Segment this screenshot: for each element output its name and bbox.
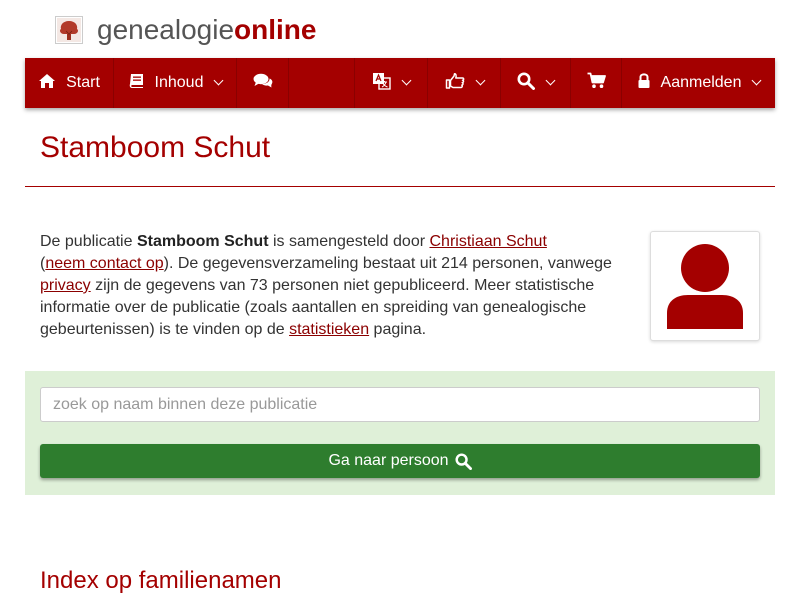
chevron-down-icon bbox=[401, 75, 412, 86]
book-icon bbox=[128, 73, 145, 94]
chevron-down-icon bbox=[545, 75, 556, 86]
go-to-person-button[interactable]: Ga naar persoon bbox=[40, 444, 760, 478]
chevron-down-icon bbox=[752, 75, 762, 86]
nav-recommend[interactable] bbox=[428, 58, 501, 108]
contact-link[interactable]: neem contact op bbox=[45, 255, 163, 272]
statistics-link[interactable]: statistieken bbox=[289, 321, 369, 338]
publication-intro: De publicatie Stamboom Schut is samenges… bbox=[40, 233, 612, 338]
title-divider bbox=[25, 186, 775, 187]
nav-inhoud[interactable]: Inhoud bbox=[114, 58, 237, 108]
nav-search[interactable] bbox=[501, 58, 571, 108]
nav-inhoud-label: Inhoud bbox=[154, 74, 204, 91]
search-icon bbox=[455, 452, 472, 470]
user-avatar-icon bbox=[658, 239, 752, 333]
home-icon bbox=[38, 73, 56, 94]
nav-start-label: Start bbox=[66, 74, 100, 91]
go-to-person-label: Ga naar persoon bbox=[328, 452, 449, 469]
person-search-panel: Ga naar persoon bbox=[25, 371, 775, 495]
author-link[interactable]: Christiaan Schut bbox=[430, 233, 547, 250]
language-icon bbox=[372, 72, 391, 95]
tree-logo-icon bbox=[55, 16, 83, 44]
thumbs-up-icon bbox=[445, 72, 465, 94]
nav-cart[interactable] bbox=[571, 58, 622, 108]
nav-aanmelden-label: Aanmelden bbox=[660, 74, 742, 91]
chevron-down-icon bbox=[475, 75, 485, 86]
comments-icon bbox=[253, 73, 273, 94]
page-title: Stamboom Schut bbox=[40, 131, 271, 164]
nav-language[interactable] bbox=[354, 58, 428, 108]
chevron-down-icon bbox=[214, 75, 224, 86]
cart-icon bbox=[587, 72, 606, 94]
nav-start[interactable]: Start bbox=[25, 58, 114, 108]
publication-name: Stamboom Schut bbox=[136, 233, 269, 250]
author-avatar[interactable] bbox=[650, 231, 760, 341]
person-search-input[interactable] bbox=[40, 387, 760, 422]
nav-aanmelden[interactable]: Aanmelden bbox=[622, 58, 775, 108]
site-logo[interactable]: genealogieonline bbox=[55, 14, 316, 46]
logo-text: genealogieonline bbox=[97, 14, 317, 45]
search-icon bbox=[517, 72, 535, 95]
surname-index-title: Index op familienamen bbox=[40, 567, 282, 594]
privacy-link[interactable]: privacy bbox=[40, 277, 91, 294]
lock-icon bbox=[637, 72, 651, 94]
main-navbar: Start Inhoud Aanmelden bbox=[25, 58, 775, 108]
nav-forum[interactable] bbox=[237, 58, 289, 108]
